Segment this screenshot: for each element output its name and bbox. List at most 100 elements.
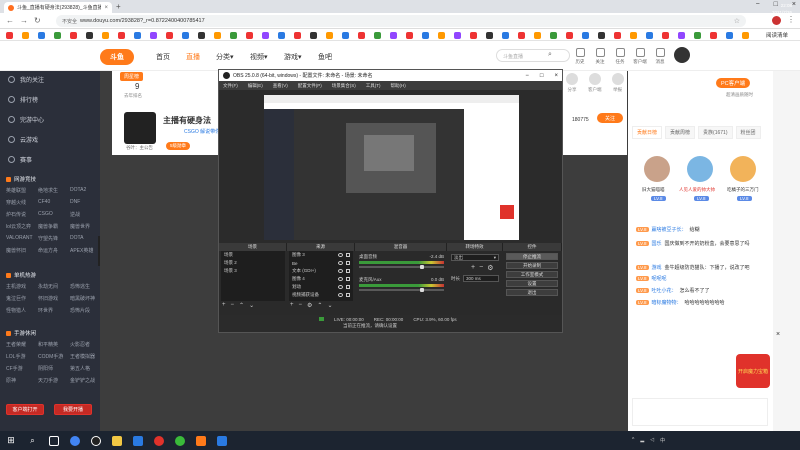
bookmark-star-icon[interactable]: ☆ bbox=[734, 17, 740, 25]
bookmark-icon[interactable] bbox=[358, 32, 365, 39]
bookmark-icon[interactable] bbox=[230, 32, 237, 39]
sidebar-item-cloud-game[interactable]: 云游戏 bbox=[8, 135, 38, 144]
bookmark-icon[interactable] bbox=[262, 32, 269, 39]
source-item[interactable]: 文本 (GDI+) bbox=[289, 267, 353, 275]
add-icon[interactable]: + bbox=[290, 302, 294, 309]
bookmark-icon[interactable] bbox=[86, 32, 93, 39]
site-search-input[interactable]: 斗鱼直播 bbox=[496, 49, 570, 62]
bookmark-icon[interactable] bbox=[726, 32, 733, 39]
folder-icon[interactable] bbox=[106, 431, 127, 450]
tray-expand-icon[interactable]: ^ bbox=[632, 437, 634, 444]
bookmark-icon[interactable] bbox=[566, 32, 573, 39]
bookmark-icon[interactable] bbox=[598, 32, 605, 39]
bookmark-icon[interactable] bbox=[630, 32, 637, 39]
game-link[interactable]: DNF bbox=[70, 199, 102, 206]
menu-help[interactable]: 帮助(H) bbox=[391, 83, 406, 89]
sidebar-item-game-center[interactable]: 完游中心 bbox=[8, 115, 44, 124]
game-link[interactable]: 和平精英 bbox=[38, 341, 70, 348]
bookmark-icon[interactable] bbox=[182, 32, 189, 39]
game-link[interactable]: 王者荣耀 bbox=[6, 341, 38, 348]
app-icon[interactable] bbox=[148, 431, 169, 450]
chat-input[interactable] bbox=[632, 398, 768, 426]
visibility-icon[interactable] bbox=[338, 261, 343, 265]
gear-icon[interactable]: ⚙ bbox=[307, 302, 312, 309]
wechat-icon[interactable] bbox=[169, 431, 190, 450]
group-title[interactable]: 手游休闲 bbox=[6, 329, 36, 337]
lock-icon[interactable] bbox=[346, 285, 350, 289]
bookmark-icon[interactable] bbox=[214, 32, 221, 39]
bookmark-icon[interactable] bbox=[278, 32, 285, 39]
game-link[interactable]: 王者模拟器 bbox=[70, 353, 102, 360]
exit-button[interactable]: 退出 bbox=[506, 289, 558, 296]
minimize-button[interactable]: − bbox=[756, 1, 760, 8]
bookmark-icon[interactable] bbox=[166, 32, 173, 39]
bookmark-icon[interactable] bbox=[486, 32, 493, 39]
game-link[interactable]: CF40 bbox=[38, 199, 70, 206]
game-link[interactable]: LOL手游 bbox=[6, 353, 38, 360]
bookmark-icon[interactable] bbox=[246, 32, 253, 39]
close-icon[interactable]: × bbox=[776, 331, 780, 338]
sidebar-item-follow[interactable]: 我的关注 bbox=[8, 75, 44, 84]
client-button[interactable]: 客户端 bbox=[633, 48, 647, 65]
lock-icon[interactable] bbox=[346, 269, 350, 273]
tab-weekly[interactable]: 贡献周榜 bbox=[665, 126, 696, 139]
forward-icon[interactable]: → bbox=[20, 16, 28, 25]
lock-icon[interactable] bbox=[346, 261, 350, 265]
sidebar-item-rank[interactable]: 排行榜 bbox=[8, 95, 38, 104]
obs-icon[interactable] bbox=[85, 431, 106, 450]
add-icon[interactable]: + bbox=[222, 302, 226, 309]
bookmark-icon[interactable] bbox=[310, 32, 317, 39]
bookmark-icon[interactable] bbox=[374, 32, 381, 39]
bookmark-icon[interactable] bbox=[54, 32, 61, 39]
search-icon[interactable]: ⌕ bbox=[22, 431, 43, 450]
bookmark-icon[interactable] bbox=[742, 32, 749, 39]
game-link[interactable]: 永劫无间 bbox=[38, 283, 70, 290]
scene-item[interactable]: 场景 3 bbox=[221, 267, 285, 275]
maximize-button[interactable]: □ bbox=[540, 73, 544, 79]
bookmark-icon[interactable] bbox=[454, 32, 461, 39]
game-link[interactable]: 原神 bbox=[6, 377, 38, 384]
game-link[interactable]: 环世界 bbox=[38, 307, 70, 314]
windows-start-icon[interactable]: ⊞ bbox=[0, 431, 22, 450]
top-user-name[interactable]: 旧大猫喵喵 bbox=[642, 187, 665, 193]
pc-client-badge[interactable]: PC客户端 bbox=[716, 78, 751, 88]
game-link[interactable]: CSGO bbox=[38, 211, 70, 218]
menu-profile[interactable]: 配置文件(P) bbox=[298, 83, 322, 89]
game-link[interactable]: 金铲铲之战 bbox=[70, 377, 102, 384]
profile-avatar[interactable] bbox=[772, 16, 781, 25]
game-link[interactable]: 怀旧游戏 bbox=[38, 295, 70, 302]
history-button[interactable]: 历史 bbox=[574, 48, 586, 65]
douyu-logo[interactable]: 斗鱼 bbox=[100, 49, 134, 65]
nav-video[interactable]: 视频▾ bbox=[250, 52, 268, 62]
game-link[interactable]: 暗黑破坏神 bbox=[70, 295, 102, 302]
report-button[interactable]: 举报 bbox=[611, 73, 624, 93]
remove-icon[interactable]: − bbox=[479, 264, 483, 272]
new-tab-button[interactable]: + bbox=[116, 2, 121, 11]
game-link[interactable]: 火影忍者 bbox=[70, 341, 102, 348]
ime-icon[interactable]: 中 bbox=[660, 437, 665, 444]
game-link[interactable]: 魔兽怀旧 bbox=[6, 247, 38, 254]
source-item[interactable]: 划动 bbox=[289, 283, 353, 291]
top-user-avatar[interactable] bbox=[687, 156, 713, 182]
scene-item[interactable]: 场景 bbox=[221, 251, 285, 259]
volume-slider[interactable] bbox=[359, 265, 444, 269]
nav-yuba[interactable]: 鱼吧 bbox=[318, 52, 332, 62]
bookmark-icon[interactable] bbox=[710, 32, 717, 39]
bookmark-icon[interactable] bbox=[438, 32, 445, 39]
network-icon[interactable]: ▂ bbox=[640, 437, 644, 444]
transition-select[interactable]: 淡出 ▾ bbox=[451, 254, 499, 261]
scene-item[interactable]: 场景 2 bbox=[221, 259, 285, 267]
game-link[interactable]: 鬼泣巨作 bbox=[6, 295, 38, 302]
lock-icon[interactable] bbox=[346, 253, 350, 257]
studio-mode-button[interactable]: 工作室模式 bbox=[506, 271, 558, 278]
tab-fans[interactable]: 粉丝团 bbox=[735, 126, 761, 139]
game-link[interactable]: DOTA2 bbox=[70, 187, 102, 194]
game-link[interactable]: 怪物猎人 bbox=[6, 307, 38, 314]
browser-tab[interactable]: 斗鱼_直播有硬身法(293828)_斗鱼直播 × bbox=[4, 2, 112, 13]
bookmark-icon[interactable] bbox=[582, 32, 589, 39]
start-recording-button[interactable]: 开始录制 bbox=[506, 262, 558, 269]
top-user-name[interactable]: 吃橘子的三万门 bbox=[727, 187, 759, 193]
visibility-icon[interactable] bbox=[338, 285, 343, 289]
close-window-button[interactable]: × bbox=[554, 73, 558, 79]
nav-live[interactable]: 直播 bbox=[186, 52, 200, 62]
